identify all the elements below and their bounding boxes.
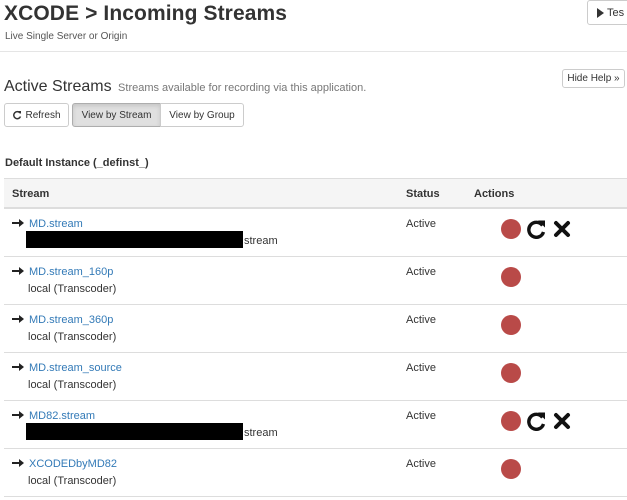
stream-status: Active [406, 410, 436, 422]
arrow-right-icon [12, 266, 24, 276]
stream-status: Active [406, 458, 436, 470]
stream-source: local (Transcoder) [28, 475, 117, 487]
test-button-label: Tes [607, 6, 625, 19]
arrow-right-icon [12, 218, 24, 228]
stream-source-suffix: stream [244, 427, 278, 439]
stream-name-link[interactable]: MD.stream_360p [29, 314, 113, 326]
delete-icon[interactable] [553, 412, 571, 430]
arrow-right-icon [12, 458, 24, 468]
view-by-group-button[interactable]: View by Group [160, 103, 244, 127]
column-header-stream: Stream [12, 188, 50, 200]
section-heading: Active Streams Streams available for rec… [4, 78, 366, 96]
stream-name-link[interactable]: MD82.stream [29, 410, 95, 422]
stream-source: local (Transcoder) [28, 283, 117, 295]
column-header-status: Status [406, 188, 440, 200]
table-row: MD82.stream stream Active [4, 401, 627, 449]
page-subtitle: Live Single Server or Origin [5, 31, 128, 42]
table-row: MD.stream_sourcelocal (Transcoder) Active [4, 353, 627, 401]
stream-source: local (Transcoder) [28, 379, 117, 391]
table-row: XCODEDbyMD82 local (Transcoder) Active [4, 449, 627, 497]
test-button[interactable]: Tes [587, 0, 627, 25]
stream-status: Active [406, 218, 436, 230]
table-header: Stream Status Actions [4, 178, 627, 209]
arrow-right-icon [12, 362, 24, 372]
hide-help-button[interactable]: Hide Help » [562, 69, 625, 88]
table-body: MD.stream stream Active MD.stream_160p local… [4, 209, 627, 497]
refresh-button[interactable]: Refresh [4, 103, 69, 127]
refresh-button-label: Refresh [25, 109, 61, 121]
redacted-source [26, 423, 243, 440]
section-title: Active Streams [4, 78, 112, 95]
table-row: MD.stream_360plocal (Transcoder) Active [4, 305, 627, 353]
record-button[interactable] [501, 315, 521, 335]
record-button[interactable] [501, 459, 521, 479]
table-row: MD.stream stream Active [4, 209, 627, 257]
streams-table: Stream Status Actions MD.stream stream Act… [4, 178, 627, 497]
arrow-right-icon [12, 410, 24, 420]
stream-name-link[interactable]: MD.stream_160p [29, 266, 113, 278]
arrow-right-icon [12, 314, 24, 324]
play-icon [597, 7, 604, 18]
delete-icon[interactable] [553, 220, 571, 238]
section-description: Streams available for recording via this… [118, 82, 367, 94]
table-row: MD.stream_160plocal (Transcoder) Active [4, 257, 627, 305]
column-header-actions: Actions [474, 188, 515, 200]
page-title: XCODE > Incoming Streams [4, 2, 288, 25]
stream-status: Active [406, 362, 436, 374]
stream-source-suffix: stream [244, 235, 278, 247]
refresh-icon [13, 110, 22, 120]
record-button[interactable] [501, 219, 521, 239]
redacted-source [26, 231, 243, 248]
title-divider [0, 51, 627, 52]
restart-icon[interactable] [526, 219, 546, 239]
record-button[interactable] [501, 267, 521, 287]
stream-name-link[interactable]: XCODEDbyMD82 [29, 458, 117, 470]
view-by-stream-button[interactable]: View by Stream [72, 103, 161, 127]
restart-icon[interactable] [526, 411, 546, 431]
stream-status: Active [406, 314, 436, 326]
stream-status: Active [406, 266, 436, 278]
instance-title: Default Instance (_definst_) [5, 157, 149, 169]
record-button[interactable] [501, 411, 521, 431]
stream-source: local (Transcoder) [28, 331, 117, 343]
record-button[interactable] [501, 363, 521, 383]
stream-name-link[interactable]: MD.stream [29, 218, 83, 230]
stream-name-link[interactable]: MD.stream_source [29, 362, 122, 374]
